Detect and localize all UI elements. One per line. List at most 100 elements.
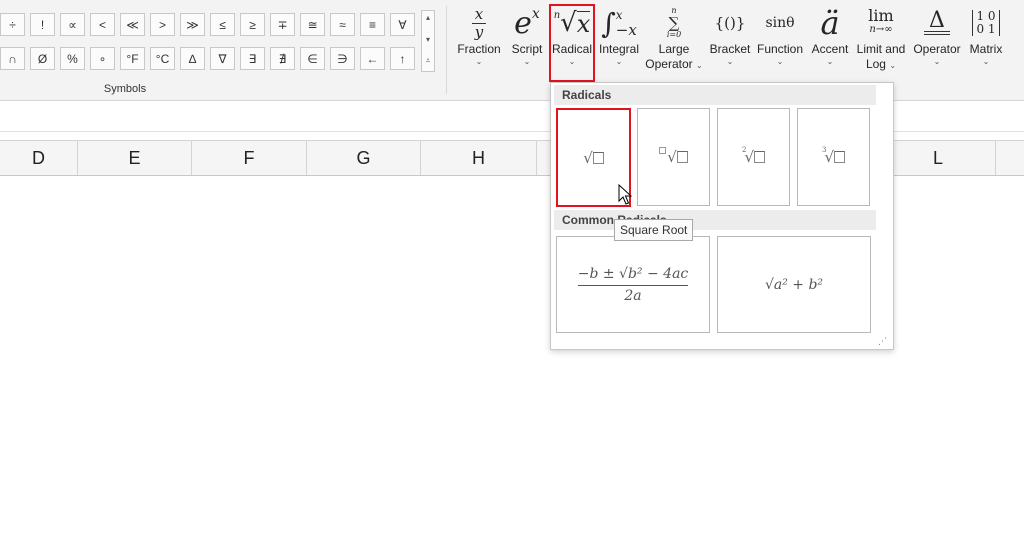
fraction-icon: x y <box>455 4 503 42</box>
fraction-numerator: x <box>474 4 484 23</box>
symbol-button[interactable]: ∝ <box>60 13 85 36</box>
more-symbols-icon[interactable]: ⩡ <box>422 56 434 66</box>
large-operator-label-2: Operator ⌄ <box>644 57 704 72</box>
square-root-icon: √ <box>583 149 604 167</box>
integral-icon: ∫ x −x <box>597 4 641 42</box>
symbol-button[interactable]: ≅ <box>300 13 325 36</box>
symbol-button[interactable]: ∄ <box>270 47 295 70</box>
group-divider <box>446 6 447 94</box>
symbol-button[interactable]: ≪ <box>120 13 145 36</box>
symbol-button[interactable]: Ø <box>30 47 55 70</box>
column-header-g[interactable]: G <box>307 141 421 175</box>
symbol-button[interactable]: ≥ <box>240 13 265 36</box>
limit-and-log-button[interactable]: lim n→∞ Limit and Log ⌄ <box>853 4 909 72</box>
column-header-d[interactable]: D <box>0 141 78 175</box>
quadratic-formula-tile[interactable]: −b ± √b² − 4ac 2a <box>556 236 710 333</box>
symbol-button[interactable]: ≤ <box>210 13 235 36</box>
chevron-down-icon: ⌄ <box>826 57 834 66</box>
radicals-section-header: Radicals <box>554 85 876 105</box>
function-icon: sinθ <box>754 4 806 42</box>
chevron-down-icon: ⌄ <box>523 57 531 66</box>
scroll-down-icon[interactable]: ▾ <box>422 35 434 44</box>
quadratic-numerator: −b ± √b² − 4ac <box>577 265 689 282</box>
large-operator-button[interactable]: n ∑ i=0 Large Operator ⌄ <box>644 4 704 72</box>
limit-and-log-label-2: Log ⌄ <box>853 57 909 72</box>
function-glyph: sinθ <box>765 15 795 31</box>
bracket-button[interactable]: {()} Bracket ⌄ <box>708 4 752 67</box>
symbol-button[interactable]: % <box>60 47 85 70</box>
symbol-button[interactable]: ∩ <box>0 47 25 70</box>
resize-grip-icon[interactable]: ⋰ <box>878 336 888 346</box>
operator-glyph: Δ <box>929 7 945 33</box>
accent-icon: ä <box>808 4 852 42</box>
fraction-label: Fraction <box>457 42 501 56</box>
square-root-with-degree-tile[interactable]: 2 √ <box>717 108 790 206</box>
radical-with-degree-icon: √ <box>659 147 688 166</box>
limit-icon: lim n→∞ <box>853 4 909 42</box>
symbol-button[interactable]: < <box>90 13 115 36</box>
radical-highlight-box <box>549 4 595 82</box>
radical-with-degree-tile[interactable]: √ <box>637 108 710 206</box>
script-icon: e x <box>507 4 547 42</box>
symbol-button[interactable]: ≈ <box>330 13 355 36</box>
symbol-button[interactable]: ∆ <box>180 47 205 70</box>
operator-button[interactable]: Δ Operator ⌄ <box>911 4 963 67</box>
limit-and-log-label-line2: Log <box>865 57 886 71</box>
integral-label: Integral <box>598 42 640 56</box>
chevron-down-icon: ⌄ <box>696 61 703 70</box>
accent-glyph: ä <box>820 4 840 42</box>
integral-button[interactable]: ∫ x −x Integral ⌄ <box>597 4 641 67</box>
symbol-button[interactable]: ← <box>360 47 385 70</box>
symbol-button[interactable]: ∈ <box>300 47 325 70</box>
matrix-label: Matrix <box>969 42 1003 56</box>
hypotenuse-formula: √a² + b² <box>764 276 824 293</box>
integral-lower: −x <box>615 21 637 39</box>
symbol-button[interactable]: ! <box>30 13 55 36</box>
chevron-down-icon: ⌄ <box>776 57 784 66</box>
symbol-button[interactable]: ≫ <box>180 13 205 36</box>
cube-root-icon: 3 √ <box>822 146 846 166</box>
column-header-h[interactable]: H <box>421 141 537 175</box>
accent-label: Accent <box>811 42 849 56</box>
cube-root-tile[interactable]: 3 √ <box>797 108 870 206</box>
large-operator-icon: n ∑ i=0 <box>644 4 704 42</box>
function-button[interactable]: sinθ Function ⌄ <box>754 4 806 67</box>
symbol-button[interactable]: ≡ <box>360 13 385 36</box>
chevron-down-icon: ⌄ <box>982 57 990 66</box>
symbol-button[interactable]: ÷ <box>0 13 25 36</box>
matrix-button[interactable]: 1 0 0 1 Matrix ⌄ <box>966 4 1006 67</box>
column-header-l[interactable]: L <box>880 141 996 175</box>
chevron-down-icon: ⌄ <box>475 57 483 66</box>
symbols-group-label: Symbols <box>103 83 147 95</box>
symbol-button[interactable]: > <box>150 13 175 36</box>
symbol-button[interactable]: ∇ <box>210 47 235 70</box>
chevron-down-icon: ⌄ <box>615 57 623 66</box>
script-superscript: x <box>531 6 540 22</box>
symbol-button[interactable]: ∃ <box>240 47 265 70</box>
fraction-button[interactable]: x y Fraction ⌄ <box>455 4 503 67</box>
limit-and-log-label: Limit and <box>856 42 906 56</box>
common-radicals-section-header: Common Radicals <box>554 210 876 230</box>
operator-icon: Δ <box>911 4 963 42</box>
column-header-f[interactable]: F <box>192 141 307 175</box>
symbol-button[interactable]: °C <box>150 47 175 70</box>
quadratic-formula: −b ± √b² − 4ac 2a <box>577 265 689 304</box>
column-header-e[interactable]: E <box>78 141 192 175</box>
symbol-button[interactable]: ↑ <box>390 47 415 70</box>
symbol-button[interactable]: ∋ <box>330 47 355 70</box>
hypotenuse-formula-tile[interactable]: √a² + b² <box>717 236 871 333</box>
integral-sign: ∫ <box>601 6 616 40</box>
scroll-up-icon[interactable]: ▴ <box>422 13 434 22</box>
symbol-button[interactable]: ∘ <box>90 47 115 70</box>
symbol-button[interactable]: °F <box>120 47 145 70</box>
accent-button[interactable]: ä Accent ⌄ <box>808 4 852 67</box>
symbol-button[interactable]: ∀ <box>390 13 415 36</box>
chevron-down-icon: ⌄ <box>889 61 897 70</box>
bracket-glyph: {()} <box>714 14 746 32</box>
script-button[interactable]: e x Script ⌄ <box>507 4 547 67</box>
symbols-scroll: ▴ ▾ ⩡ <box>421 10 435 72</box>
square-root-tooltip: Square Root <box>614 219 694 241</box>
symbol-button[interactable]: ∓ <box>270 13 295 36</box>
fraction-denominator: y <box>474 22 484 41</box>
summation-sign: ∑ <box>668 14 680 32</box>
